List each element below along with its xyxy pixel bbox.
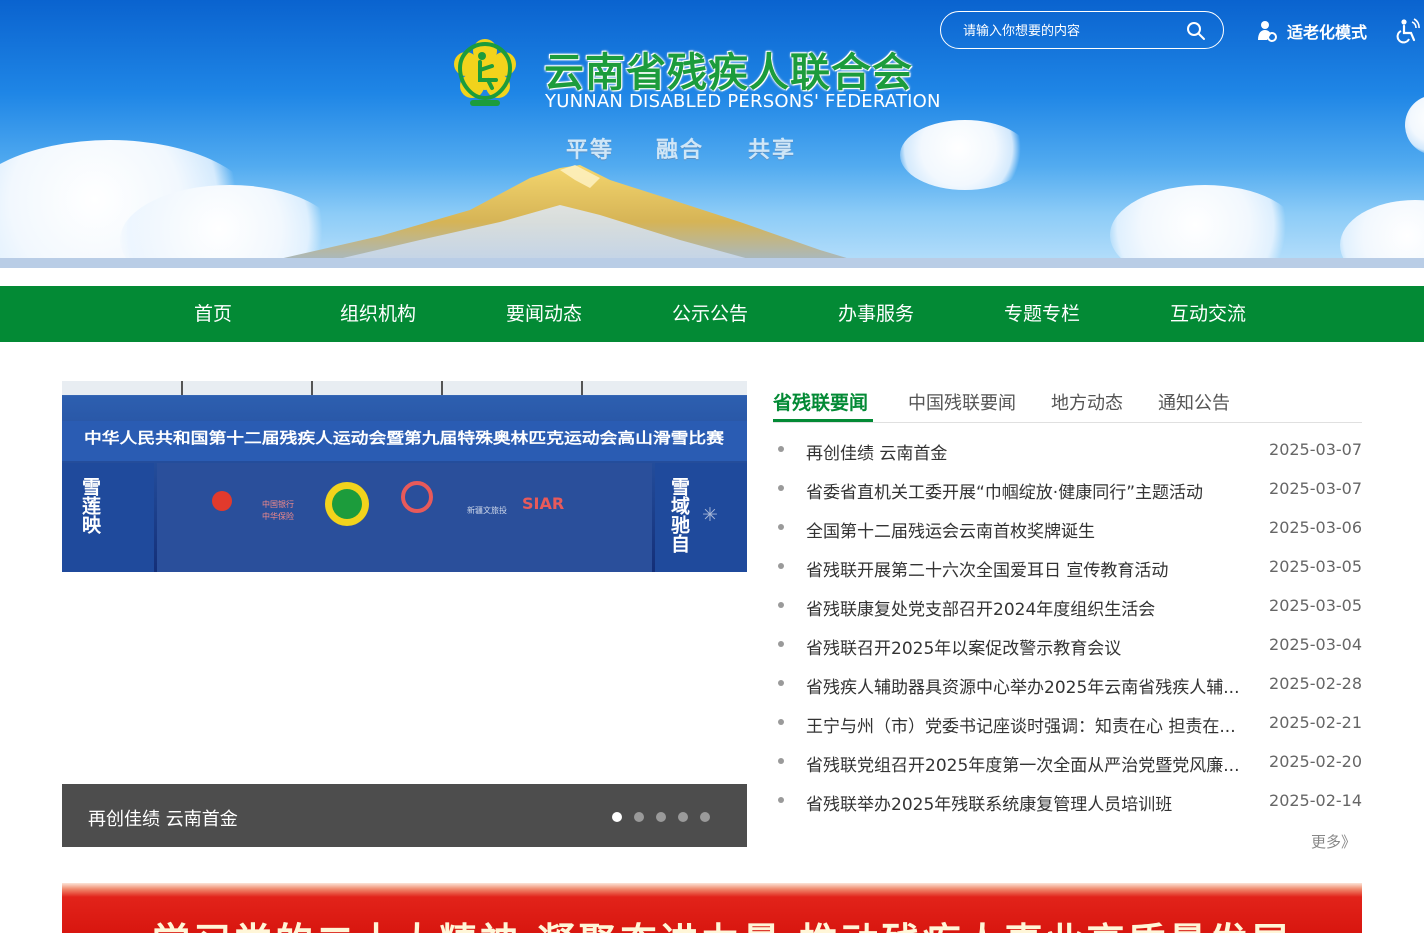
news-panel: 省残联要闻 中国残联要闻 地方动态 通知公告 再创佳绩 云南首金 2025-03-… — [773, 381, 1362, 851]
news-date: 2025-03-05 — [1269, 557, 1362, 576]
news-title-link[interactable]: 省残联康复处党支部召开2024年度组织生活会 — [806, 595, 1266, 620]
list-item: 省委省直机关工委开展“巾帼绽放·健康同行”主题活动 2025-03-07 — [773, 470, 1362, 509]
search-icon[interactable] — [1185, 20, 1207, 42]
news-title-link[interactable]: 再创佳绩 云南首金 — [806, 439, 1266, 464]
search-input[interactable] — [961, 20, 1185, 42]
slogan-integration: 融合 — [656, 138, 705, 163]
bullet-icon — [778, 524, 784, 530]
sponsor-mark-insurance: 中华保险 — [262, 511, 294, 521]
list-item: 再创佳绩 云南首金 2025-03-07 — [773, 431, 1362, 470]
slide-image[interactable]: 中国银行 中华保险 新疆文旅投 SIAR 中华人民共和国第十二届残疾人运动会暨第… — [62, 381, 747, 572]
news-date: 2025-03-04 — [1269, 635, 1362, 654]
bullet-icon — [778, 641, 784, 647]
bullet-icon — [778, 485, 784, 491]
list-item: 省残联康复处党支部召开2024年度组织生活会 2025-03-05 — [773, 587, 1362, 626]
nav-topics[interactable]: 专题专栏 — [1004, 286, 1080, 342]
slide-dot-5[interactable] — [700, 812, 710, 822]
theme-banner-text: 学习党的二十大精神 凝聚奋进力量 推动残疾人事业高质量发展 — [152, 911, 1291, 933]
bullet-icon — [778, 797, 784, 803]
theme-banner[interactable]: 学习党的二十大精神 凝聚奋进力量 推动残疾人事业高质量发展 — [62, 883, 1362, 933]
nav-announcements[interactable]: 公示公告 — [672, 286, 748, 342]
bullet-icon — [778, 602, 784, 608]
sponsor-mark-tourism: 新疆文旅投 — [467, 505, 507, 515]
list-item: 省残联开展第二十六次全国爱耳日 宣传教育活动 2025-03-05 — [773, 548, 1362, 587]
cdpf-logo-icon — [454, 39, 516, 106]
slide-photo: 中国银行 中华保险 新疆文旅投 SIAR 中华人民共和国第十二届残疾人运动会暨第… — [62, 381, 747, 572]
nav-interaction[interactable]: 互动交流 — [1170, 286, 1246, 342]
news-title-link[interactable]: 全国第十二届残运会云南首枚奖牌诞生 — [806, 517, 1266, 542]
slide-caption[interactable]: 再创佳绩 云南首金 — [88, 805, 238, 831]
news-date: 2025-02-20 — [1269, 752, 1362, 771]
slide-dot-3[interactable] — [656, 812, 666, 822]
list-item: 省残疾人辅助器具资源中心举办2025年云南省残疾人辅... 2025-02-28 — [773, 665, 1362, 704]
tab-notices[interactable]: 通知公告 — [1158, 389, 1230, 415]
tab-national-news[interactable]: 中国残联要闻 — [908, 389, 1016, 415]
news-date: 2025-03-07 — [1269, 440, 1362, 459]
elder-mode-label: 适老化模式 — [1287, 23, 1368, 42]
nav-news[interactable]: 要闻动态 — [506, 286, 582, 342]
news-date: 2025-02-21 — [1269, 713, 1362, 732]
slide-dot-2[interactable] — [634, 812, 644, 822]
tab-provincial-news[interactable]: 省残联要闻 — [773, 388, 868, 415]
main-nav: 首页 组织机构 要闻动态 公示公告 办事服务 专题专栏 互动交流 — [0, 286, 1424, 342]
news-date: 2025-03-07 — [1269, 479, 1362, 498]
list-item: 省残联举办2025年残联系统康复管理人员培训班 2025-02-14 — [773, 782, 1362, 821]
list-item: 全国第十二届残运会云南首枚奖牌诞生 2025-03-06 — [773, 509, 1362, 548]
bullet-icon — [778, 719, 784, 725]
slogan-equality: 平等 — [566, 138, 615, 163]
news-date: 2025-02-28 — [1269, 674, 1362, 693]
bullet-icon — [778, 680, 784, 686]
bullet-icon — [778, 563, 784, 569]
site-header: 云南省残疾人联合会 YUNNAN DISABLED PERSONS' FEDER… — [0, 0, 1424, 268]
nav-home[interactable]: 首页 — [194, 286, 232, 342]
site-title-cn: 云南省残疾人联合会 — [544, 50, 913, 96]
site-title-en: YUNNAN DISABLED PERSONS' FEDERATION — [545, 91, 941, 112]
news-list: 再创佳绩 云南首金 2025-03-07 省委省直机关工委开展“巾帼绽放·健康同行… — [773, 431, 1362, 821]
slide-pagination — [612, 812, 710, 822]
slide-caption-bar: 再创佳绩 云南首金 — [62, 784, 747, 847]
sponsor-mark-bank: 中国银行 — [262, 499, 294, 509]
nav-services[interactable]: 办事服务 — [838, 286, 914, 342]
news-date: 2025-02-14 — [1269, 791, 1362, 810]
elder-mode-button[interactable]: 适老化模式 — [1255, 18, 1367, 44]
elder-mode-icon — [1258, 21, 1277, 42]
news-title-link[interactable]: 省残联召开2025年以案促改警示教育会议 — [806, 634, 1266, 659]
bullet-icon — [778, 446, 784, 452]
news-slider[interactable]: 中国银行 中华保险 新疆文旅投 SIAR 中华人民共和国第十二届残疾人运动会暨第… — [62, 381, 747, 847]
list-item: 省残联召开2025年以案促改警示教育会议 2025-03-04 — [773, 626, 1362, 665]
slide-image-header-text: 中华人民共和国第十二届残疾人运动会暨第九届特殊奥林匹克运动会高山滑雪比赛 — [84, 429, 725, 447]
slide-dot-1[interactable] — [612, 812, 622, 822]
sponsor-mark-siar: SIAR — [522, 494, 564, 513]
news-date: 2025-03-05 — [1269, 596, 1362, 615]
news-title-link[interactable]: 省残联举办2025年残联系统康复管理人员培训班 — [806, 790, 1266, 815]
bullet-icon — [778, 758, 784, 764]
news-title-link[interactable]: 王宁与州（市）党委书记座谈时强调：知责在心 担责在... — [806, 712, 1266, 737]
news-title-link[interactable]: 省残疾人辅助器具资源中心举办2025年云南省残疾人辅... — [806, 673, 1266, 698]
nav-organization[interactable]: 组织机构 — [340, 286, 416, 342]
slide-left-banner-text: 雪莲映 — [79, 477, 101, 535]
wheelchair-icon[interactable] — [1396, 18, 1420, 44]
active-tab-indicator — [773, 419, 873, 422]
more-link[interactable]: 更多》 — [1311, 831, 1356, 852]
slogan-sharing: 共享 — [748, 138, 797, 163]
slide-dot-4[interactable] — [678, 812, 688, 822]
tab-local-news[interactable]: 地方动态 — [1051, 389, 1123, 415]
list-item: 省残联党组召开2025年度第一次全面从严治党暨党风廉... 2025-02-20 — [773, 743, 1362, 782]
news-title-link[interactable]: 省残联党组召开2025年度第一次全面从严治党暨党风廉... — [806, 751, 1266, 776]
list-item: 王宁与州（市）党委书记座谈时强调：知责在心 担责在... 2025-02-21 — [773, 704, 1362, 743]
search-box — [940, 11, 1224, 49]
slide-right-banner-text: 雪域驰自 — [668, 477, 690, 553]
news-tabs: 省残联要闻 中国残联要闻 地方动态 通知公告 — [773, 381, 1362, 423]
news-title-link[interactable]: 省残联开展第二十六次全国爱耳日 宣传教育活动 — [806, 556, 1266, 581]
news-title-link[interactable]: 省委省直机关工委开展“巾帼绽放·健康同行”主题活动 — [806, 478, 1266, 503]
svg-text:✳: ✳ — [702, 504, 718, 526]
news-date: 2025-03-06 — [1269, 518, 1362, 537]
